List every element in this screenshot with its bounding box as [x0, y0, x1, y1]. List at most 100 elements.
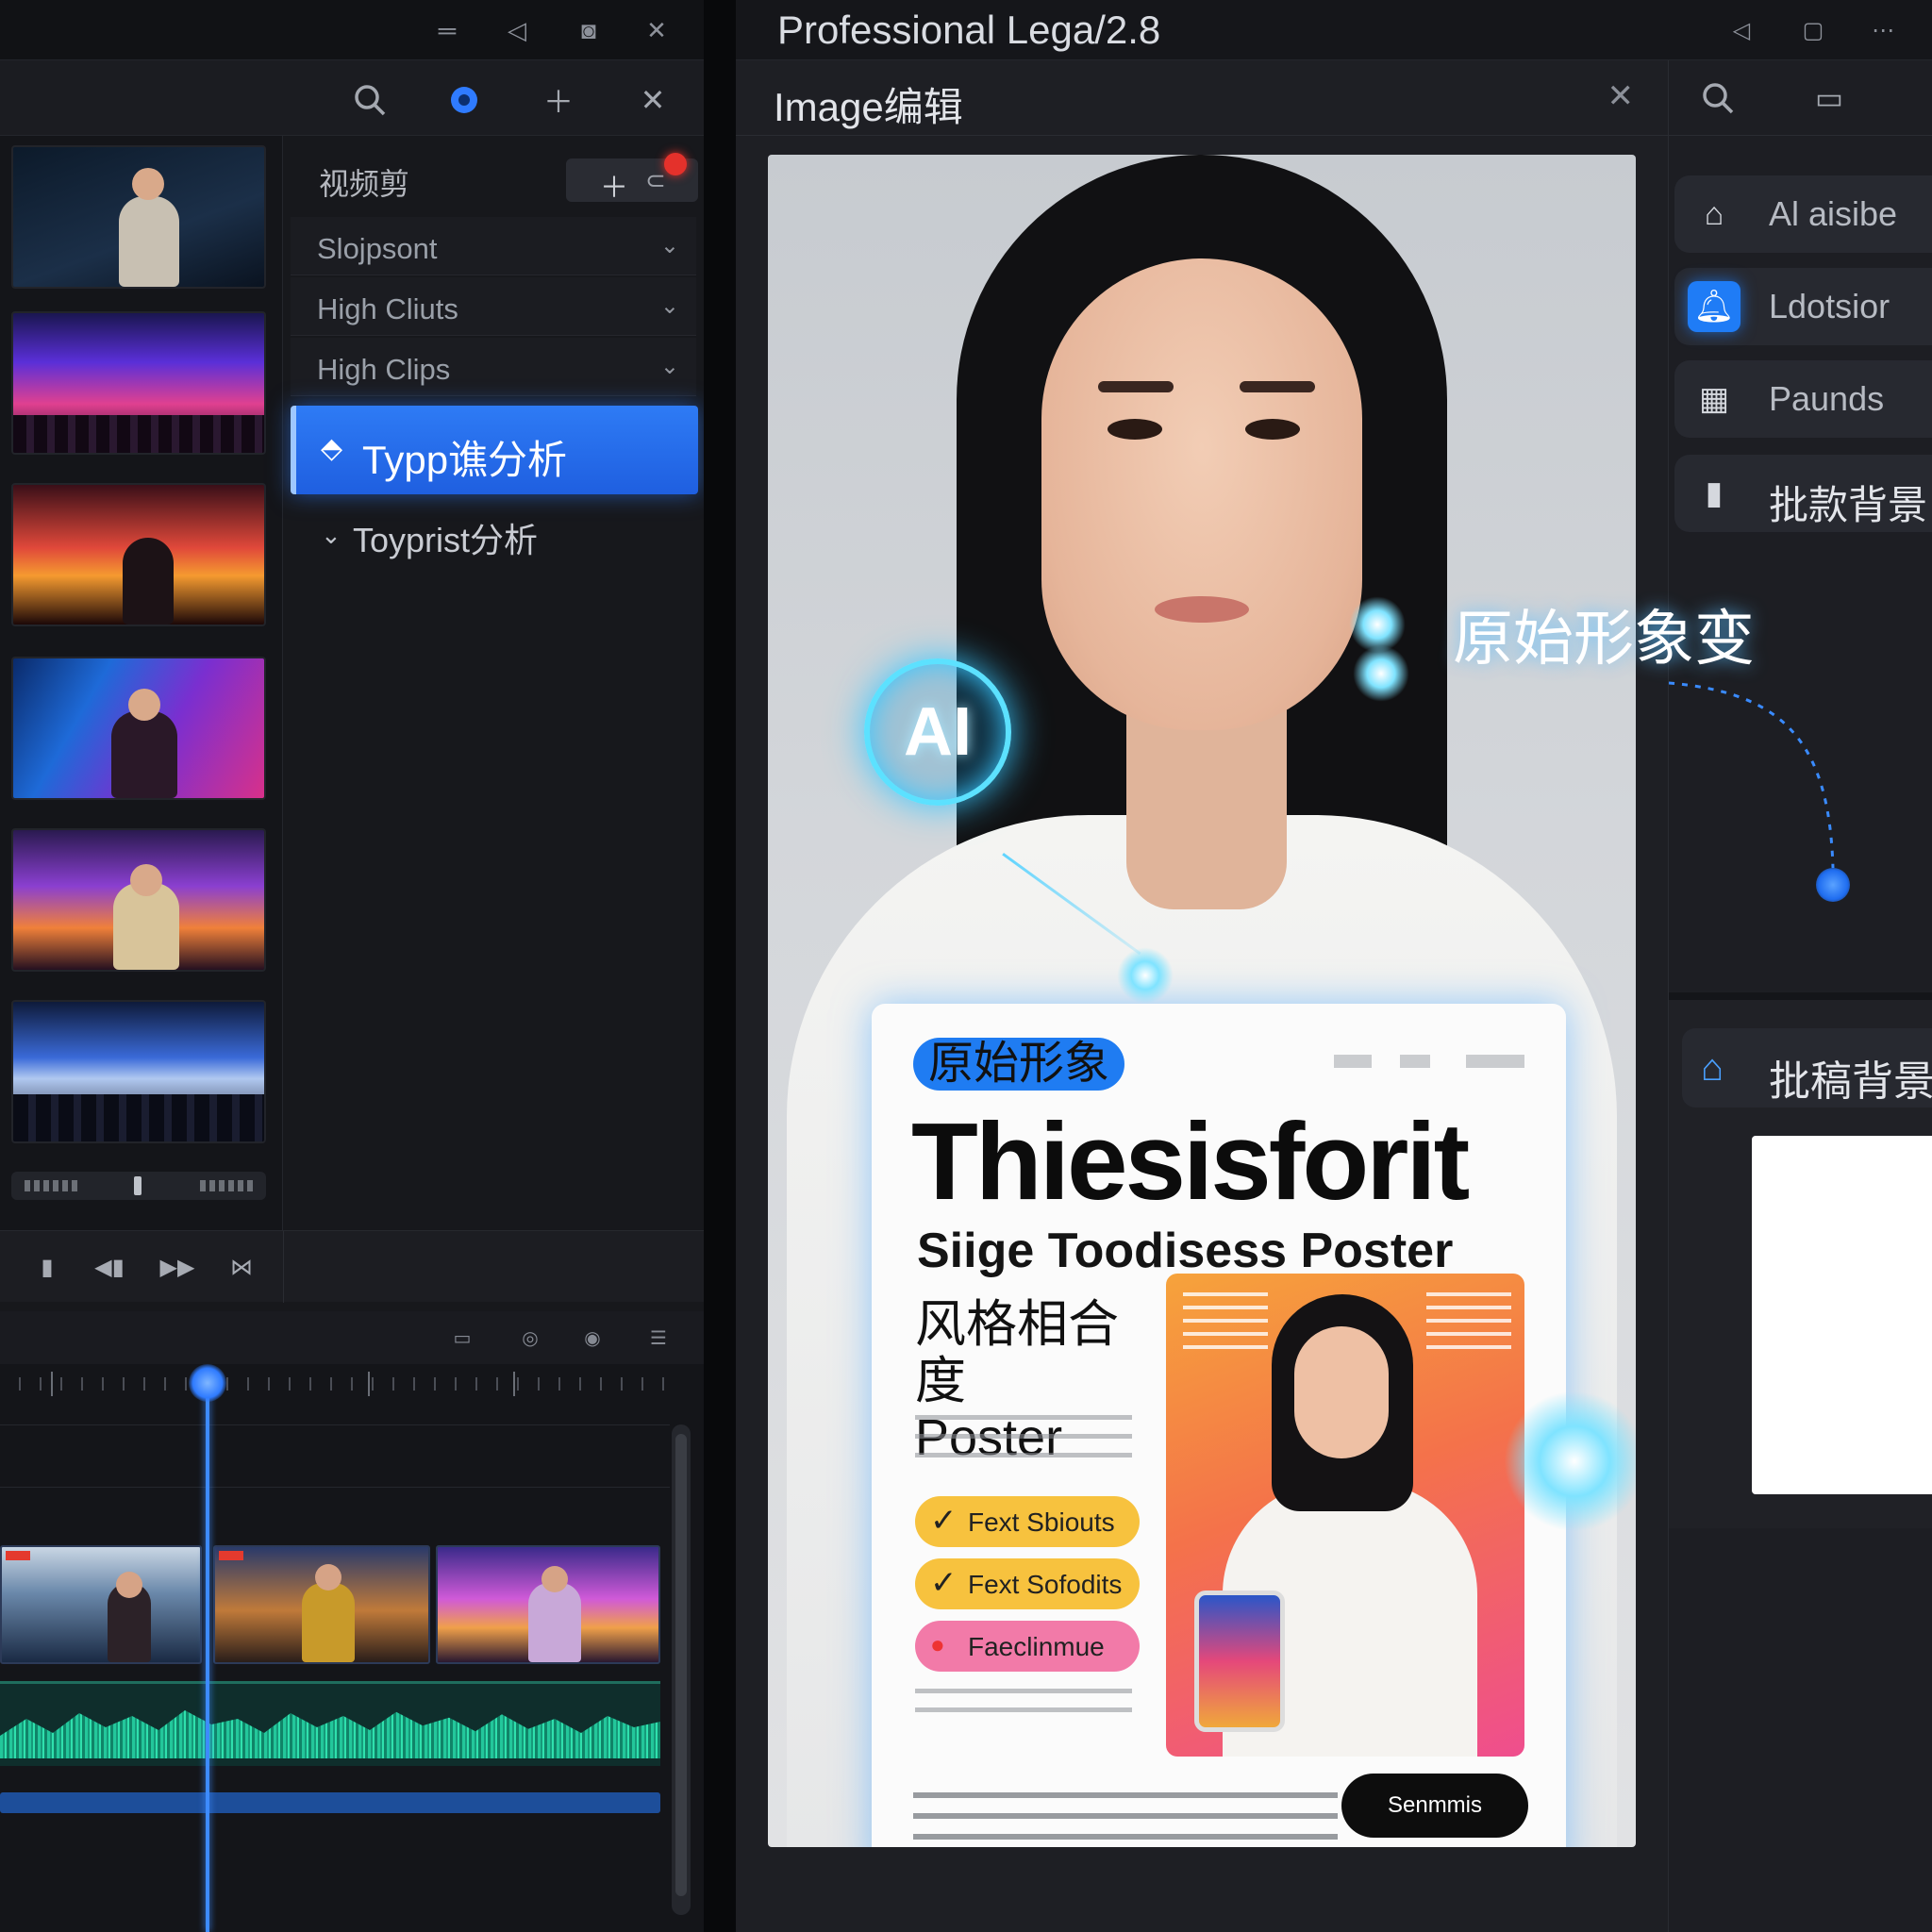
- background-preview[interactable]: [1752, 1136, 1932, 1494]
- search-icon[interactable]: [349, 79, 391, 121]
- add-icon[interactable]: ＋: [538, 79, 579, 121]
- timeline-ruler[interactable]: [0, 1364, 679, 1415]
- audio-track[interactable]: [0, 1681, 660, 1766]
- scrollbar-knob[interactable]: [134, 1176, 142, 1195]
- editor-title: Image编辑: [774, 85, 963, 129]
- connector-node: [1816, 868, 1850, 902]
- poster-feature: ✓ Fext Sofodits: [915, 1558, 1140, 1609]
- close-icon[interactable]: ✕: [632, 79, 674, 121]
- timeline-scrollbar[interactable]: [672, 1424, 691, 1915]
- loop-icon[interactable]: ◎: [513, 1323, 547, 1353]
- photo-caption-lines: [1183, 1292, 1268, 1358]
- photo-person-face: [1294, 1326, 1389, 1458]
- crowd-shape: [13, 1094, 264, 1141]
- music-track[interactable]: [0, 1792, 660, 1813]
- gift-icon: ▦: [1698, 381, 1730, 417]
- poster-card[interactable]: 原始形象 Thiesisforit Siige Toodisess Poster…: [872, 1004, 1566, 1847]
- playhead-handle[interactable]: [189, 1364, 226, 1402]
- clip-row[interactable]: High Clips ⌄: [291, 338, 696, 396]
- fast-forward-icon[interactable]: ▶▶: [158, 1250, 196, 1284]
- batch-background-button[interactable]: ⌂ 批稿背景: [1682, 1028, 1932, 1108]
- send-icon[interactable]: ◁: [500, 13, 534, 47]
- ai-badge[interactable]: AI: [864, 658, 1011, 806]
- media-thumbnail[interactable]: [11, 483, 266, 626]
- clip-row[interactable]: High Cliuts ⌄: [291, 277, 696, 336]
- person-figure: [528, 1583, 581, 1662]
- person-head: [132, 168, 164, 200]
- shield-icon[interactable]: [443, 79, 485, 121]
- poster-cta-button[interactable]: Senmmis: [1341, 1774, 1528, 1838]
- media-thumbnail[interactable]: [11, 828, 266, 972]
- image-canvas[interactable]: 原始形象 Thiesisforit Siige Toodisess Poster…: [768, 155, 1636, 1847]
- clip-row-label: High Cliuts: [317, 292, 458, 325]
- skip-end-icon[interactable]: ⋈: [223, 1250, 260, 1284]
- search-icon[interactable]: [1697, 77, 1739, 119]
- side-panel-toolbar: ▭: [1669, 60, 1932, 136]
- transport-bar: ▮ ◀▮ ▶▶ ⋈: [0, 1230, 704, 1303]
- toolbar: ＋ ✕: [0, 60, 704, 136]
- window-title: Professional Lega/2.8: [777, 8, 1161, 52]
- chevron-down-icon: ⌄: [659, 354, 679, 379]
- poster-nav-link: [1466, 1055, 1524, 1068]
- poster-body-text: [915, 1689, 1132, 1726]
- close-icon[interactable]: ✕: [640, 13, 674, 47]
- add-clip-button[interactable]: ＋ ⊂: [566, 153, 698, 204]
- clips-header: 视频剪 ＋ ⊂: [291, 142, 698, 208]
- clip-row-label: Slojpsont: [317, 232, 438, 265]
- side-item-label: Ldotsior: [1769, 287, 1890, 325]
- restore-icon[interactable]: ▢: [1796, 13, 1830, 47]
- background-section: ⌂ 批稿背景: [1669, 1000, 1932, 1528]
- restore-icon[interactable]: ◙: [572, 13, 606, 47]
- settings-icon[interactable]: ☰: [641, 1323, 675, 1353]
- image-editor-window: Professional Lega/2.8 ◁ ▢ ⋯ Image编辑 ✕ 原始…: [736, 0, 1932, 1932]
- link-icon: ⊂: [645, 166, 666, 194]
- side-item-home[interactable]: ⌂ Al aisibe: [1674, 175, 1932, 253]
- step-back-icon[interactable]: ◀▮: [91, 1250, 128, 1284]
- ruler-major-tick: [51, 1372, 53, 1396]
- media-thumbnail[interactable]: [11, 1000, 266, 1143]
- minimize-icon[interactable]: ═: [430, 13, 464, 47]
- poster-feature-label: Faeclinmue: [968, 1632, 1105, 1661]
- play-icon[interactable]: ▮: [28, 1250, 66, 1284]
- film-icon[interactable]: ▭: [445, 1323, 479, 1353]
- record-indicator-icon: [664, 153, 687, 175]
- video-clip[interactable]: [436, 1545, 660, 1664]
- person-figure: [119, 196, 179, 287]
- side-item-background[interactable]: ▮ 批款背景: [1674, 455, 1932, 532]
- window-icon[interactable]: ▭: [1808, 77, 1850, 119]
- person-head: [541, 1566, 568, 1592]
- portrait-eye: [1108, 419, 1162, 440]
- media-thumbnail[interactable]: [11, 145, 266, 289]
- media-thumbnail[interactable]: [11, 311, 266, 455]
- side-item-notifications[interactable]: 🔔︎ Ldotsior: [1674, 268, 1932, 345]
- scrollbar-knob[interactable]: [675, 1434, 687, 1896]
- poster-feature-label: Fext Sofodits: [968, 1570, 1123, 1599]
- clip-row[interactable]: Slojpsont ⌄: [291, 217, 696, 275]
- poster-headline: Thiesisforit: [911, 1100, 1470, 1223]
- playhead[interactable]: [206, 1370, 209, 1932]
- video-clip[interactable]: [0, 1545, 202, 1664]
- photo-caption-lines: [1426, 1292, 1511, 1358]
- side-item-gifts[interactable]: ▦ Paunds: [1674, 360, 1932, 438]
- image-editor: Image编辑 ✕ 原始形象 Thiesisforit Siige Toodis…: [736, 60, 1668, 1932]
- magnet-icon[interactable]: ◉: [575, 1323, 609, 1353]
- clip-marker: [219, 1551, 243, 1560]
- close-icon[interactable]: ✕: [1607, 77, 1635, 115]
- more-icon[interactable]: ⋯: [1866, 13, 1900, 47]
- timeline-toolbar: ▭ ◎ ◉ ☰: [0, 1311, 704, 1364]
- poster-nav-link: [1334, 1055, 1372, 1068]
- check-icon: ✓: [930, 1565, 958, 1601]
- person-head: [128, 689, 160, 721]
- portrait-face: [1041, 258, 1362, 730]
- poster-feature-label: Fext Sbiouts: [968, 1507, 1115, 1537]
- media-scrollbar[interactable]: [11, 1172, 266, 1200]
- video-clip[interactable]: [213, 1545, 430, 1664]
- clip-item-selected[interactable]: ⬘ Typp谯分析: [291, 406, 698, 494]
- divider: [283, 1231, 284, 1303]
- title-bar: ═ ◁ ◙ ✕: [0, 0, 704, 60]
- person-head: [130, 864, 162, 896]
- media-thumbnail[interactable]: [11, 657, 266, 800]
- ai-badge-label: AI: [904, 694, 972, 770]
- crowd-shape: [13, 415, 264, 453]
- send-icon[interactable]: ◁: [1724, 13, 1758, 47]
